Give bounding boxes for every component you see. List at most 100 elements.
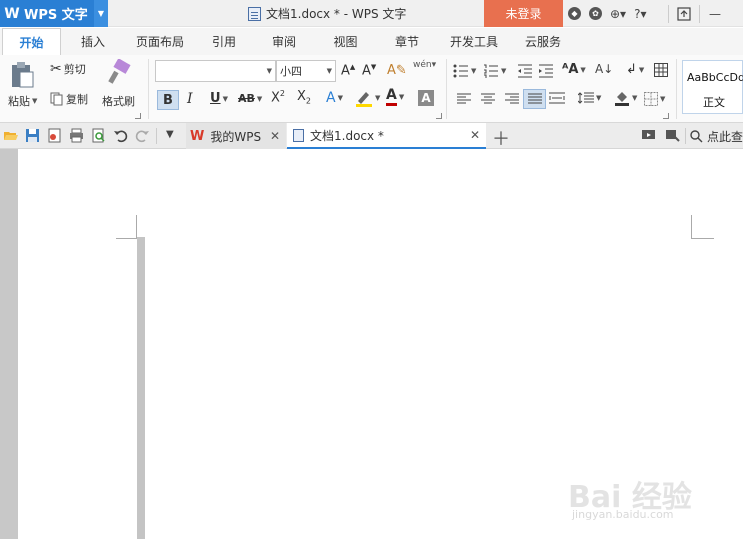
strikethrough-button[interactable]: AB ▼ bbox=[238, 92, 262, 105]
bold-button[interactable]: B bbox=[157, 90, 179, 110]
tab-section[interactable]: 章节 bbox=[376, 28, 438, 55]
undo-icon[interactable] bbox=[113, 128, 128, 143]
window-title-text: 文档1.docx * - WPS 文字 bbox=[266, 7, 407, 21]
help-dropdown-icon[interactable]: ?▾ bbox=[634, 7, 646, 21]
tab-home[interactable]: 开始 bbox=[2, 28, 61, 55]
char-shading-icon: A bbox=[421, 91, 431, 105]
separator bbox=[148, 59, 149, 119]
align-right-button[interactable] bbox=[505, 93, 519, 105]
quick-access-dropdown-icon[interactable]: ▼ bbox=[166, 129, 174, 140]
shrink-font-button[interactable]: A▼ bbox=[362, 63, 376, 78]
print-preview-icon[interactable] bbox=[91, 128, 106, 143]
tab-view[interactable]: 视图 bbox=[315, 28, 376, 55]
align-right-icon bbox=[505, 93, 519, 104]
borders-icon bbox=[644, 92, 658, 106]
clear-format-button[interactable]: A✎ bbox=[387, 63, 407, 78]
minimize-button[interactable]: — bbox=[702, 0, 728, 27]
line-spacing-icon bbox=[578, 92, 594, 104]
grow-font-button[interactable]: A▲ bbox=[341, 63, 355, 78]
paragraph-launcher-icon[interactable] bbox=[663, 113, 669, 119]
paste-label: 粘贴 bbox=[8, 95, 30, 108]
change-case-button[interactable]: ᴬA ▼ bbox=[562, 62, 586, 77]
restore-toolbar-button[interactable] bbox=[671, 0, 697, 27]
app-menu-dropdown-icon[interactable]: ▼ bbox=[94, 0, 108, 27]
sort-button[interactable]: A↓ bbox=[595, 62, 613, 76]
search-box[interactable]: 点此查 bbox=[690, 123, 743, 149]
table-button[interactable] bbox=[654, 63, 668, 77]
show-marks-button[interactable]: ↲ ▼ bbox=[626, 62, 644, 77]
login-button[interactable]: 未登录 bbox=[484, 0, 563, 27]
separator bbox=[699, 4, 700, 23]
pinyin-button[interactable]: wén▾ bbox=[413, 60, 436, 70]
export-pdf-icon[interactable] bbox=[47, 128, 62, 143]
close-icon[interactable]: ✕ bbox=[270, 129, 280, 143]
tab-review[interactable]: 审阅 bbox=[253, 28, 315, 55]
char-shading-button[interactable]: A bbox=[418, 90, 434, 106]
borders-button[interactable]: ▼ bbox=[644, 92, 665, 106]
app-name: WPS 文字 bbox=[24, 8, 88, 23]
font-launcher-icon[interactable] bbox=[436, 113, 442, 119]
print-icon[interactable] bbox=[69, 128, 84, 143]
tab-my-wps-label: 我的WPS bbox=[210, 129, 262, 144]
app-menu-button[interactable]: W WPS 文字 ▼ bbox=[0, 0, 108, 27]
redo-icon[interactable] bbox=[135, 128, 150, 143]
chevron-down-icon: ▼ bbox=[32, 97, 38, 105]
cut-button[interactable]: ✂ 剪切 bbox=[50, 61, 86, 77]
copy-icon bbox=[50, 92, 63, 106]
separator bbox=[676, 59, 677, 119]
line-spacing-button[interactable]: ▼ bbox=[578, 92, 601, 104]
save-icon[interactable] bbox=[25, 128, 40, 143]
decrease-indent-button[interactable] bbox=[517, 64, 533, 78]
tab-cloud-service[interactable]: 云服务 bbox=[510, 28, 576, 55]
skin-icon[interactable]: ◆ bbox=[568, 7, 581, 20]
chevron-down-icon: ▼ bbox=[471, 67, 477, 75]
tab-developer[interactable]: 开发工具 bbox=[438, 28, 510, 55]
text-effect-button[interactable]: A ▼ bbox=[326, 90, 343, 106]
clipboard-launcher-icon[interactable] bbox=[135, 113, 141, 119]
italic-icon: I bbox=[187, 91, 193, 107]
tab-insert[interactable]: 插入 bbox=[61, 28, 125, 55]
distribute-button[interactable] bbox=[549, 92, 565, 104]
increase-indent-button[interactable] bbox=[538, 64, 554, 78]
paste-dropdown[interactable]: 粘贴 ▼ bbox=[8, 93, 37, 109]
tab-my-wps[interactable]: W 我的WPS ✕ bbox=[186, 123, 286, 149]
font-size-select[interactable]: 小四 ▼ bbox=[276, 60, 336, 82]
crop-mark-top-right bbox=[691, 238, 714, 239]
open-folder-icon[interactable] bbox=[3, 128, 18, 143]
align-center-icon bbox=[481, 93, 495, 104]
new-tab-icon[interactable]: ＋ bbox=[492, 125, 510, 151]
bullets-button[interactable]: ▼ bbox=[453, 64, 476, 78]
highlight-button[interactable]: ▼ bbox=[355, 89, 380, 107]
close-icon[interactable]: ✕ bbox=[470, 128, 480, 142]
slideshow-icon[interactable] bbox=[641, 128, 656, 143]
align-left-button[interactable] bbox=[457, 93, 471, 105]
justify-button[interactable] bbox=[523, 89, 546, 109]
bookmark-icon[interactable] bbox=[665, 128, 680, 143]
style-normal[interactable]: AaBbCcDd 正文 bbox=[682, 60, 743, 114]
align-center-button[interactable] bbox=[481, 93, 495, 105]
bullet-list-icon bbox=[453, 64, 468, 78]
paste-button[interactable] bbox=[9, 61, 35, 89]
ribbon-home: 粘贴 ▼ ✂ 剪切 复制 格式刷 ▼ 小四 ▼ A▲ A▼ A✎ wén▾ B I … bbox=[0, 55, 743, 123]
font-color-button[interactable]: A ▼ bbox=[386, 88, 404, 106]
superscript-button[interactable]: X2 bbox=[271, 89, 285, 105]
settings-icon[interactable]: ✿ bbox=[589, 7, 602, 20]
format-painter-button[interactable] bbox=[107, 59, 131, 85]
numbering-button[interactable]: ▼ bbox=[483, 64, 506, 78]
align-justify-icon bbox=[527, 93, 542, 104]
tab-document[interactable]: 文档1.docx * ✕ bbox=[287, 123, 486, 149]
italic-button[interactable]: I bbox=[187, 91, 193, 107]
shading-button[interactable]: ▼ bbox=[614, 90, 637, 106]
tab-page-layout[interactable]: 页面布局 bbox=[125, 28, 195, 55]
chevron-down-icon: ▼ bbox=[580, 65, 586, 74]
subscript-button[interactable]: X2 bbox=[297, 89, 311, 106]
wps-w-icon: W bbox=[190, 128, 205, 144]
tab-document-label: 文档1.docx * bbox=[310, 128, 384, 143]
sync-dropdown-icon[interactable]: ⊕▾ bbox=[610, 7, 626, 21]
style-name-label: 正文 bbox=[703, 96, 725, 109]
search-label: 点此查 bbox=[707, 129, 743, 144]
tab-references[interactable]: 引用 bbox=[195, 28, 253, 55]
underline-button[interactable]: U ▼ bbox=[210, 91, 228, 106]
copy-button[interactable]: 复制 bbox=[50, 91, 88, 107]
font-name-select[interactable]: ▼ bbox=[155, 60, 276, 82]
